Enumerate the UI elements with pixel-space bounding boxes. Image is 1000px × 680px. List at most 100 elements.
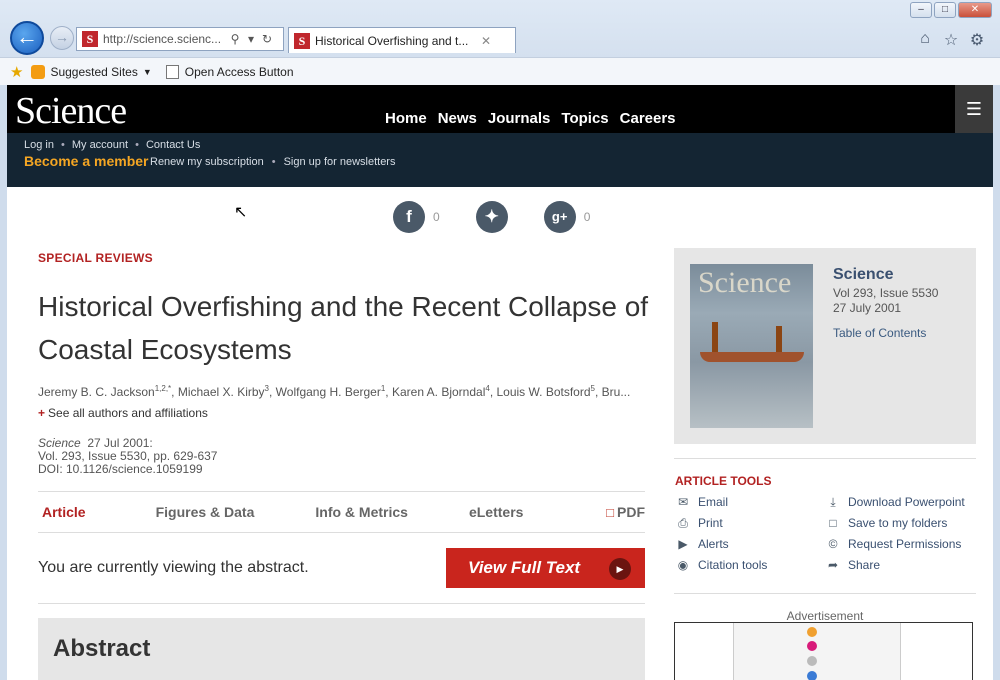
abstract-heading: Abstract: [53, 635, 151, 662]
back-arrow-icon[interactable]: ←: [10, 21, 44, 55]
cover-figure: [712, 322, 718, 352]
pdf-label: PDF: [617, 504, 645, 520]
settings-gear-icon[interactable]: ⚙: [968, 30, 986, 50]
author-name[interactable]: , Louis W. Botsford: [490, 385, 591, 399]
abstract-notice: You are currently viewing the abstract.: [38, 559, 309, 576]
site-favicon-icon: S: [82, 31, 98, 47]
dropdown-caret-icon[interactable]: ▾: [243, 32, 259, 46]
forward-arrow-icon[interactable]: →: [50, 26, 74, 50]
tool-share[interactable]: ➦ Share: [825, 557, 975, 573]
login-link[interactable]: Log in: [24, 139, 54, 151]
account-bar: Log in • My account • Contact Us Become …: [7, 133, 993, 187]
browser-tab[interactable]: S Historical Overfishing and t... ✕: [288, 27, 516, 53]
download-icon: ⤓: [830, 495, 836, 509]
article-tools: ✉ Email ⤓ Download Powerpoint ⎙ Print □ Save…: [675, 494, 975, 573]
maximize-icon[interactable]: □: [934, 2, 956, 18]
advertisement-content: [733, 623, 901, 680]
tool-download-powerpoint[interactable]: ⤓ Download Powerpoint: [825, 494, 975, 510]
tab-figures-data[interactable]: Figures & Data: [156, 504, 255, 520]
google-plus-count: 0: [583, 210, 591, 224]
tool-request-permissions[interactable]: © Request Permissions: [825, 536, 975, 552]
article-title: Historical Overfishing and the Recent Co…: [38, 291, 649, 365]
tool-print[interactable]: ⎙ Print: [675, 515, 825, 531]
tool-save-label: Save to my folders: [848, 516, 948, 530]
see-all-authors-link[interactable]: + See all authors and affiliations: [38, 406, 208, 420]
tool-share-label: Share: [848, 558, 881, 572]
member-links: Renew my subscription • Sign up for news…: [150, 156, 395, 168]
google-plus-icon[interactable]: g+: [543, 201, 576, 233]
ad-dot: [807, 671, 817, 680]
facebook-icon[interactable]: f: [393, 201, 425, 233]
address-text[interactable]: http://science.scienc...: [103, 32, 227, 46]
author-name[interactable]: , Bru...: [595, 385, 630, 399]
add-favorites-icon[interactable]: ★: [10, 63, 23, 81]
open-access-link[interactable]: Open Access Button: [185, 65, 294, 79]
author-name[interactable]: Jeremy B. C. Jackson: [38, 385, 155, 399]
tool-save-folders[interactable]: □ Save to my folders: [825, 515, 975, 531]
megaphone-icon: ▶: [678, 537, 688, 551]
issue-volume: Vol 293, Issue 5530: [833, 286, 939, 300]
nav-topics[interactable]: Topics: [561, 110, 608, 127]
hamburger-menu-icon[interactable]: ☰: [955, 85, 993, 133]
tab-eletters[interactable]: eLetters: [469, 504, 523, 520]
citation-journal: Science: [38, 436, 81, 450]
tool-citation[interactable]: ◉ Citation tools: [675, 557, 825, 573]
address-bar[interactable]: S http://science.scienc... ⚲ ▾ ↻: [76, 27, 284, 51]
main-nav: Home News Journals Topics Careers: [385, 110, 676, 127]
play-arrow-icon: ▶: [609, 558, 631, 580]
contact-us-link[interactable]: Contact Us: [146, 139, 200, 151]
favorites-star-icon[interactable]: ☆: [942, 30, 960, 50]
folder-icon: □: [829, 516, 837, 530]
twitter-icon[interactable]: ✦: [475, 201, 508, 233]
globe-icon: ◉: [677, 558, 689, 572]
author-list: Jeremy B. C. Jackson1,2,*, Michael X. Ki…: [38, 384, 648, 399]
citation-doi[interactable]: DOI: 10.1126/science.1059199: [38, 463, 217, 476]
nav-news[interactable]: News: [438, 110, 477, 127]
author-name[interactable]: , Karen A. Bjorndal: [385, 385, 485, 399]
home-icon[interactable]: ⌂: [916, 30, 934, 50]
divider: [674, 593, 976, 594]
advertisement-frame[interactable]: [674, 622, 973, 680]
search-icon[interactable]: ⚲: [227, 32, 243, 46]
expand-plus-icon: +: [38, 406, 46, 420]
tab-close-icon[interactable]: ✕: [481, 34, 491, 48]
nav-journals[interactable]: Journals: [488, 110, 551, 127]
page-icon: [165, 64, 179, 79]
view-full-text-button[interactable]: View Full Text ▶: [446, 548, 645, 588]
nav-home[interactable]: Home: [385, 110, 427, 127]
table-of-contents-link[interactable]: Table of Contents: [833, 326, 926, 340]
tab-title: Historical Overfishing and t...: [315, 33, 469, 48]
suggested-sites-link[interactable]: Suggested Sites: [50, 65, 137, 79]
separator-dot: •: [135, 139, 139, 151]
separator-dot: •: [271, 156, 276, 168]
issue-info-box: Science Science Vol 293, Issue 5530 27 J…: [674, 248, 976, 444]
cover-figure: [776, 326, 782, 352]
article-kicker: SPECIAL REVIEWS: [38, 251, 153, 265]
tool-citation-label: Citation tools: [698, 558, 768, 572]
social-share-bar: f 0 ✦ g+ 0: [393, 201, 626, 233]
tab-info-metrics[interactable]: Info & Metrics: [315, 504, 408, 520]
author-name[interactable]: , Michael X. Kirby: [171, 385, 264, 399]
advertisement-label: Advertisement: [786, 609, 864, 623]
journal-cover-image[interactable]: Science: [690, 264, 813, 428]
minimize-icon[interactable]: –: [910, 2, 932, 18]
close-icon[interactable]: ✕: [958, 2, 992, 18]
refresh-icon[interactable]: ↻: [259, 32, 275, 46]
issue-journal-name[interactable]: Science: [833, 266, 893, 284]
newsletter-signup-link[interactable]: Sign up for newsletters: [284, 156, 396, 168]
tab-favicon-icon: S: [294, 32, 310, 49]
nav-careers[interactable]: Careers: [620, 110, 676, 127]
my-account-link[interactable]: My account: [72, 139, 128, 151]
science-logo[interactable]: Science: [15, 89, 127, 133]
pdf-link[interactable]: □ PDF: [606, 504, 645, 520]
renew-subscription-link[interactable]: Renew my subscription: [150, 156, 264, 168]
tool-alerts[interactable]: ▶ Alerts: [675, 536, 825, 552]
author-name[interactable]: , Wolfgang H. Berger: [269, 385, 381, 399]
tab-article[interactable]: Article: [42, 504, 86, 520]
suggested-sites-caret-icon[interactable]: ▼: [143, 67, 152, 77]
tool-email[interactable]: ✉ Email: [675, 494, 825, 510]
divider: [674, 458, 976, 459]
become-member-link[interactable]: Become a member: [24, 153, 149, 169]
window-controls: – □ ✕: [910, 2, 992, 18]
window-border-right: [993, 85, 1000, 680]
